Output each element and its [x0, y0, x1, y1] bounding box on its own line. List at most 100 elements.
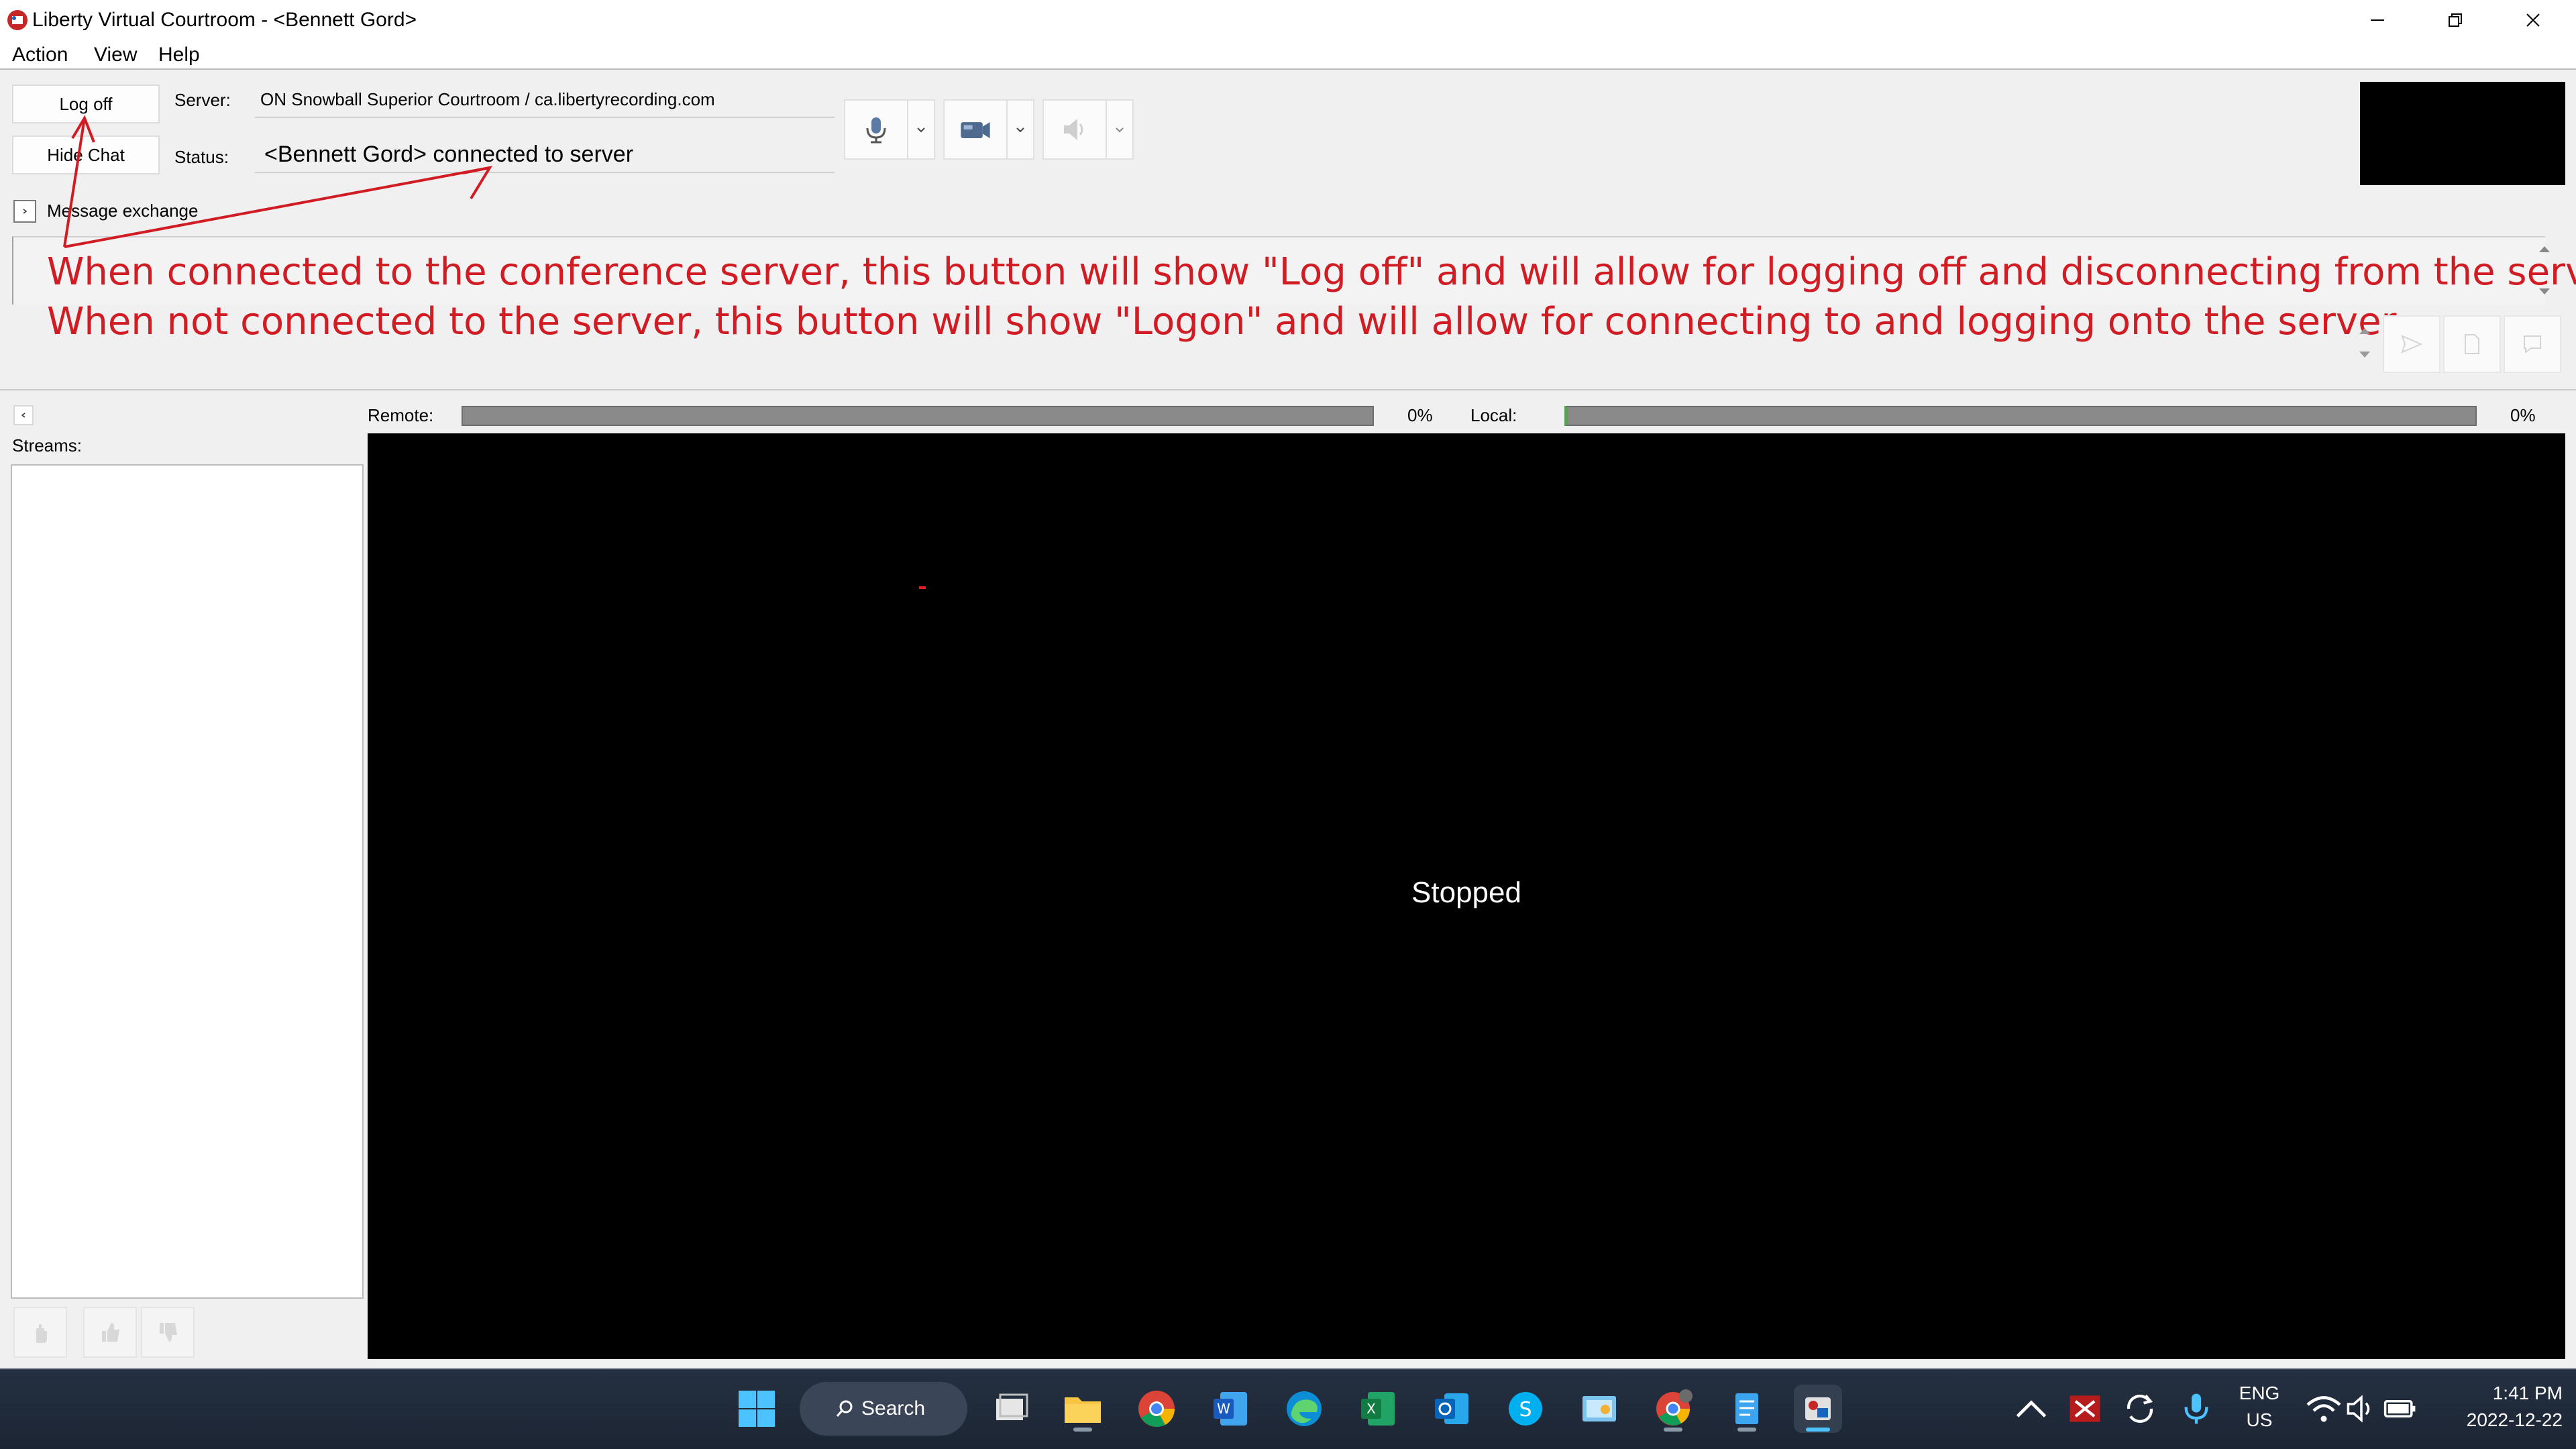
- taskbar-liberty-courtroom[interactable]: [1794, 1385, 1842, 1433]
- remote-level-bar: [462, 406, 1374, 426]
- app-tray-icon: [2070, 1395, 2100, 1422]
- taskbar-edge[interactable]: [1280, 1385, 1328, 1433]
- attach-file-button[interactable]: [2443, 315, 2501, 373]
- send-message-button[interactable]: [2383, 315, 2440, 373]
- clock-time[interactable]: 1:41 PM: [2428, 1382, 2563, 1405]
- chat-scroll-down[interactable]: [2534, 282, 2555, 302]
- close-button[interactable]: [2494, 0, 2572, 40]
- local-label: Local:: [1470, 405, 1517, 425]
- message-exchange-toggle[interactable]: [13, 200, 36, 223]
- taskbar-search[interactable]: Search: [800, 1382, 967, 1436]
- annotation-line-1: When connected to the conference server,…: [47, 250, 2576, 294]
- arrow-up-icon: [2539, 246, 2550, 252]
- taskbar-skype[interactable]: S: [1501, 1385, 1550, 1433]
- arrow-down-icon: [2359, 352, 2370, 358]
- chevron-down-icon: [1016, 127, 1024, 133]
- speaker-dropdown[interactable]: [1107, 99, 1134, 160]
- menu-bar: Action View Help: [0, 40, 2576, 70]
- message-icon: [2524, 335, 2541, 354]
- chevron-up-icon: [2016, 1400, 2047, 1417]
- chevron-down-icon: [1116, 127, 1124, 133]
- skype-icon: S: [1509, 1392, 1542, 1426]
- microphone-icon: [866, 117, 886, 144]
- arrow-down-icon: [2539, 288, 2550, 294]
- outlook-icon: [1435, 1393, 1468, 1424]
- status-field: <Bennett Gord> connected to server: [255, 134, 835, 173]
- svg-text:X: X: [1366, 1401, 1376, 1417]
- video-marker: [919, 586, 926, 589]
- raise-hand-button[interactable]: [13, 1307, 67, 1358]
- language-indicator[interactable]: ENG: [2234, 1382, 2285, 1405]
- taskbar-excel[interactable]: X: [1354, 1385, 1402, 1433]
- taskbar-word[interactable]: W: [1206, 1385, 1254, 1433]
- region-indicator[interactable]: US: [2234, 1409, 2285, 1432]
- section-divider: [0, 389, 2576, 390]
- menu-view[interactable]: View: [94, 42, 137, 68]
- minimize-icon: [2371, 19, 2384, 21]
- server-value: ON Snowball Superior Courtroom / ca.libe…: [260, 89, 715, 109]
- notepad-icon: [1735, 1393, 1758, 1424]
- message-exchange-label: Message exchange: [47, 201, 199, 221]
- window-title: Liberty Virtual Courtroom - <Bennett Gor…: [32, 9, 417, 31]
- liberty-active-indicator: [1806, 1428, 1830, 1432]
- control-panel-icon: [1582, 1396, 1616, 1421]
- taskbar-outlook[interactable]: [1428, 1385, 1476, 1433]
- speaker-button[interactable]: [1042, 99, 1107, 160]
- local-level-bar: [1564, 406, 2477, 426]
- input-scroll-down[interactable]: [2355, 345, 2375, 365]
- microphone-button[interactable]: [844, 99, 908, 160]
- folder-icon: [1065, 1397, 1101, 1423]
- taskbar-chrome-profile[interactable]: [1649, 1385, 1697, 1433]
- log-off-button[interactable]: Log off: [12, 85, 160, 123]
- hand-icon: [36, 1324, 47, 1343]
- chat-scroll-up[interactable]: [2534, 239, 2555, 259]
- clock-date[interactable]: 2022-12-22: [2428, 1409, 2563, 1432]
- video-status: Stopped: [1411, 876, 1521, 909]
- menu-action[interactable]: Action: [12, 42, 68, 68]
- notepad-running-indicator: [1737, 1428, 1756, 1432]
- restore-button[interactable]: [2416, 0, 2494, 40]
- chevron-left-icon: [21, 413, 25, 418]
- start-button[interactable]: [733, 1385, 781, 1433]
- taskbar-chrome[interactable]: [1132, 1385, 1181, 1433]
- tray-app-button[interactable]: [2066, 1385, 2104, 1433]
- remote-percent: 0%: [1407, 405, 1433, 425]
- remote-video-area: Stopped: [368, 433, 2565, 1359]
- sync-icon: [2127, 1394, 2153, 1424]
- taskbar-task-view[interactable]: [986, 1385, 1034, 1433]
- word-icon: W: [1214, 1392, 1247, 1426]
- taskbar-notepad[interactable]: [1723, 1385, 1771, 1433]
- tray-microphone-button[interactable]: [2178, 1385, 2215, 1433]
- status-label: Status:: [174, 147, 229, 167]
- minimize-button[interactable]: [2339, 0, 2416, 40]
- microphone-dropdown[interactable]: [908, 99, 935, 160]
- thumbs-up-icon: [102, 1323, 119, 1342]
- taskbar-file-explorer[interactable]: [1059, 1385, 1107, 1433]
- tray-sync-button[interactable]: [2121, 1385, 2159, 1433]
- chrome-profile-icon: [1656, 1389, 1693, 1426]
- excel-icon: X: [1361, 1392, 1395, 1426]
- camera-button[interactable]: [943, 99, 1008, 160]
- tray-wifi-button[interactable]: [2304, 1385, 2344, 1433]
- battery-icon: [2383, 1400, 2416, 1417]
- close-icon: [2526, 13, 2540, 27]
- edge-icon: [1287, 1391, 1322, 1426]
- streams-list[interactable]: [11, 464, 364, 1299]
- camera-icon: [961, 122, 990, 138]
- remote-label: Remote:: [368, 405, 434, 425]
- thumbs-up-button[interactable]: [83, 1307, 137, 1358]
- document-icon: [2465, 334, 2479, 354]
- message-options-button[interactable]: [2504, 315, 2561, 373]
- streams-collapse-button[interactable]: [13, 405, 34, 425]
- input-scroll-up[interactable]: [2355, 321, 2375, 341]
- tray-volume-button[interactable]: [2343, 1385, 2380, 1433]
- tray-overflow-button[interactable]: [2012, 1385, 2050, 1433]
- status-value: <Bennett Gord> connected to server: [264, 142, 634, 167]
- menu-help[interactable]: Help: [158, 42, 200, 68]
- camera-dropdown[interactable]: [1008, 99, 1034, 160]
- hide-chat-button[interactable]: Hide Chat: [12, 136, 160, 174]
- taskbar-control-panel[interactable]: [1575, 1385, 1623, 1433]
- tray-battery-button[interactable]: [2381, 1385, 2419, 1433]
- thumbs-down-button[interactable]: [141, 1307, 195, 1358]
- app-logo-icon: [7, 10, 28, 30]
